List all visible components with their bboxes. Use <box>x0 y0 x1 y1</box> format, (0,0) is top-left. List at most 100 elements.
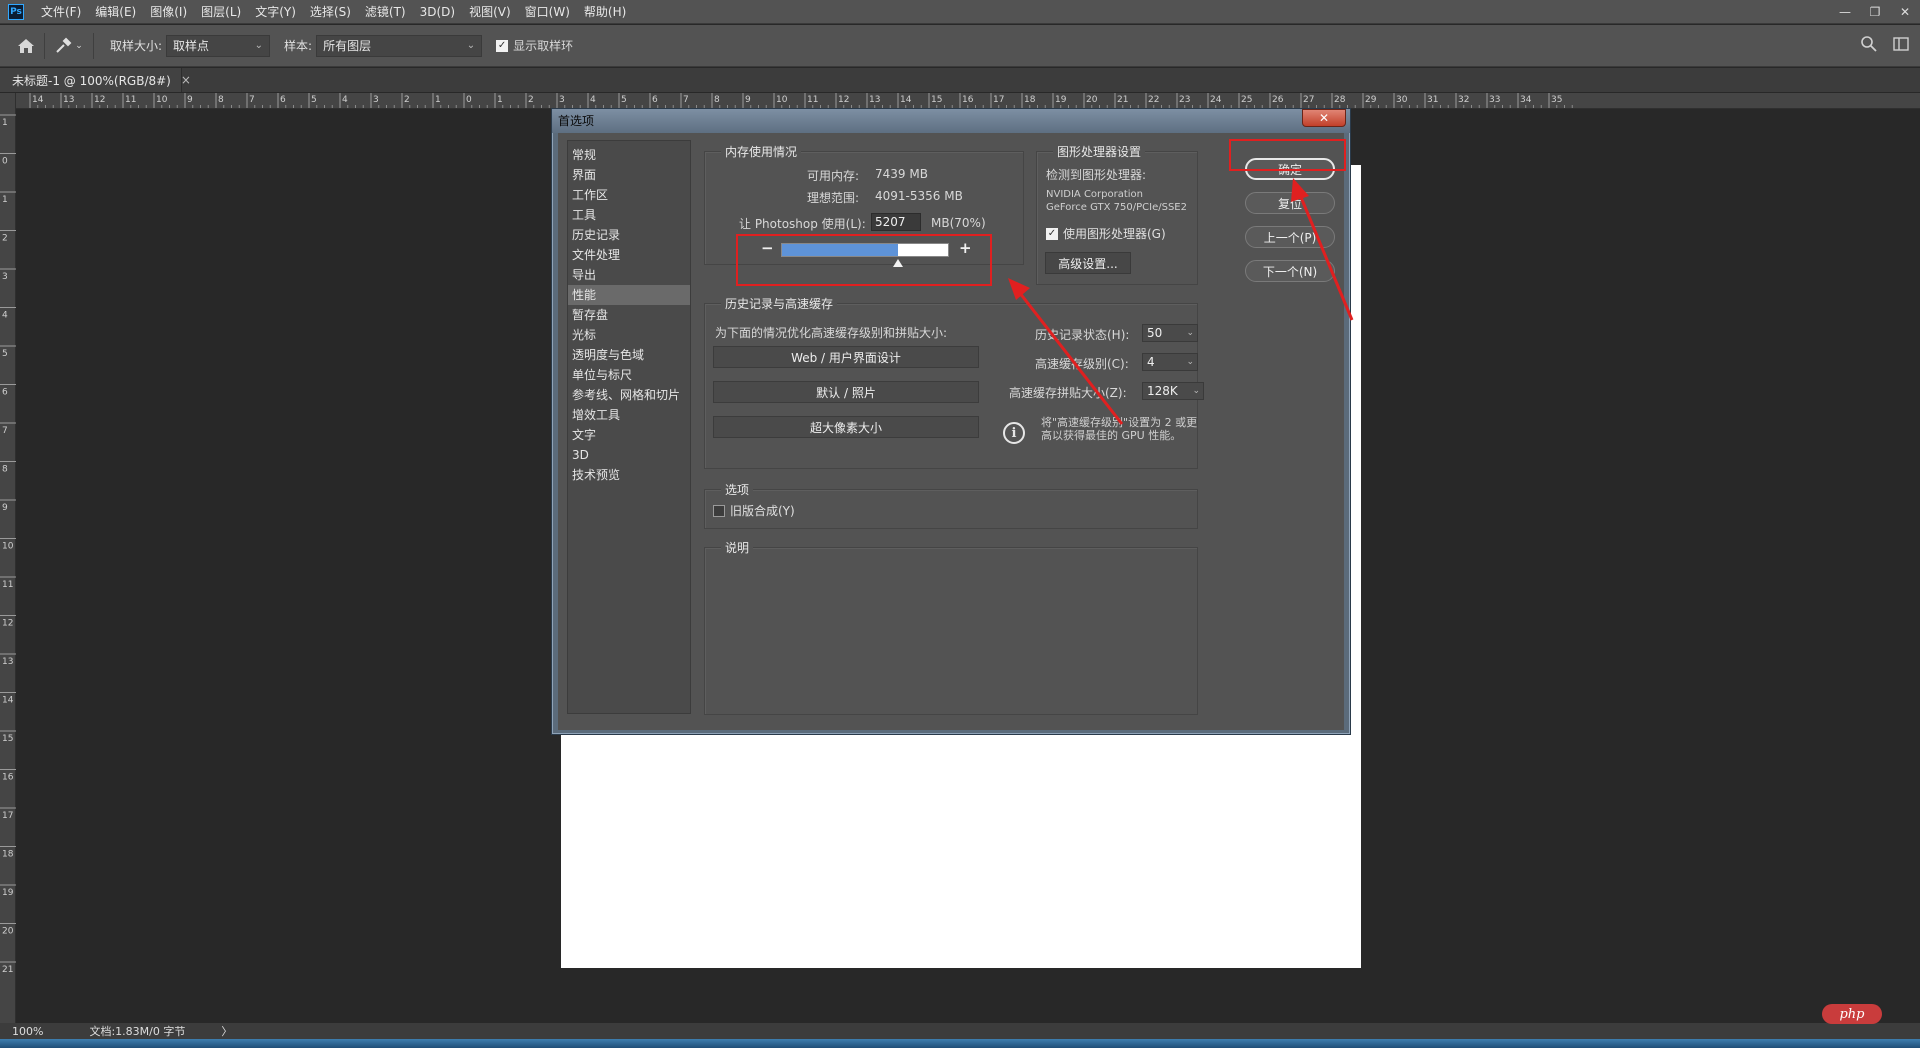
menu-select[interactable]: 选择(S) <box>303 0 358 24</box>
category-cursors[interactable]: 光标 <box>568 325 690 345</box>
use-gpu-checkbox[interactable]: ✓ 使用图形处理器(G) <box>1046 225 1166 242</box>
cache-levels-select[interactable]: 4 ⌄ <box>1142 353 1198 371</box>
ruler-label: 1 <box>435 95 441 105</box>
restore-icon[interactable]: ❐ <box>1860 0 1890 24</box>
minimize-icon[interactable]: — <box>1830 0 1860 24</box>
sample-size-select[interactable]: 取样点 ⌄ <box>166 34 271 57</box>
close-icon[interactable]: ✕ <box>1890 0 1920 24</box>
reset-button[interactable]: 复位 <box>1245 192 1335 214</box>
default-photos-button[interactable]: 默认 / 照片 <box>713 381 979 403</box>
ruler-label: 17 <box>2 811 13 821</box>
menu-filter[interactable]: 滤镜(T) <box>358 0 413 24</box>
cache-tile-size-select[interactable]: 128K ⌄ <box>1142 382 1204 400</box>
checkbox-checked-icon[interactable]: ✓ <box>1046 227 1058 240</box>
next-button[interactable]: 下一个(N) <box>1245 260 1335 282</box>
ruler-label: 19 <box>2 888 14 898</box>
ruler-label: 21 <box>1117 95 1128 105</box>
category-workspace[interactable]: 工作区 <box>568 185 690 205</box>
menu-3d[interactable]: 3D(D) <box>413 0 462 24</box>
separator <box>93 32 94 59</box>
category-units-rulers[interactable]: 单位与标尺 <box>568 365 690 385</box>
ruler-label: 26 <box>1272 95 1284 105</box>
memory-slider-highlight <box>736 234 992 286</box>
huge-pixel-size-button[interactable]: 超大像素大小 <box>713 416 979 438</box>
checkbox-checked-icon[interactable]: ✓ <box>496 39 509 52</box>
available-memory-value: 7439 MB <box>875 167 928 181</box>
chevron-down-icon: ⌄ <box>466 40 476 51</box>
menu-edit[interactable]: 编辑(E) <box>88 0 143 24</box>
close-tab-icon[interactable]: × <box>181 73 191 87</box>
workspace-panel-icon[interactable] <box>1892 35 1910 53</box>
ruler-label: 15 <box>931 95 942 105</box>
optimize-cache-label: 为下面的情况优化高速缓存级别和拼贴大小: <box>715 326 948 340</box>
category-file-handling[interactable]: 文件处理 <box>568 245 690 265</box>
ideal-range-value: 4091-5356 MB <box>875 189 963 203</box>
ruler-label: 17 <box>993 95 1004 105</box>
ruler-label: 20 <box>2 927 14 937</box>
category-general[interactable]: 常规 <box>568 145 690 165</box>
history-states-select[interactable]: 50 ⌄ <box>1142 324 1198 342</box>
menu-layer[interactable]: 图层(L) <box>194 0 248 24</box>
os-taskbar <box>0 1039 1920 1048</box>
options-bar: ⌄ 取样大小: 取样点 ⌄ 样本: 所有图层 ⌄ ✓ 显示取样环 <box>0 25 1920 67</box>
horizontal-ruler[interactable]: 14 13 12 11 10 9 8 7 6 5 4 3 2 1 0 1 2 3 4 5 6 7 8 9 10 11 12 13 14 1… <box>16 93 1920 109</box>
sample-value: 所有图层 <box>323 39 372 53</box>
zoom-level[interactable]: 100% <box>12 1025 43 1038</box>
separator <box>44 32 45 59</box>
ruler-label: 3 <box>373 95 379 105</box>
memory-amount-input[interactable]: 5207 <box>871 213 921 231</box>
menu-type[interactable]: 文字(Y) <box>248 0 303 24</box>
search-icon[interactable] <box>1860 35 1878 53</box>
status-arrow-icon[interactable]: 〉 <box>221 1023 232 1039</box>
ideal-range-label: 理想范围: <box>807 191 860 205</box>
category-performance[interactable]: 性能 <box>568 285 690 305</box>
category-3d[interactable]: 3D <box>568 445 690 465</box>
document-tab-bar: 未标题-1 @ 100%(RGB/8#) × <box>0 68 1920 92</box>
category-scratch-disks[interactable]: 暂存盘 <box>568 305 690 325</box>
document-tab[interactable]: 未标题-1 @ 100%(RGB/8#) × <box>0 68 191 92</box>
status-bar: 100% 文档:1.83M/0 字节 〉 <box>0 1023 1920 1039</box>
home-icon[interactable] <box>16 36 36 56</box>
category-transparency[interactable]: 透明度与色域 <box>568 345 690 365</box>
legacy-compositing-checkbox[interactable]: 旧版合成(Y) <box>713 502 795 519</box>
vertical-ruler[interactable]: 1 0 1 2 3 4 5 6 7 8 9 10 11 12 13 14 15 16 17 18 19 20 21 <box>0 93 16 1023</box>
ruler-label: 13 <box>2 657 13 667</box>
checkbox-unchecked-icon[interactable] <box>713 504 725 517</box>
show-ring-label: 显示取样环 <box>513 39 574 53</box>
menu-file[interactable]: 文件(F) <box>34 0 88 24</box>
category-interface[interactable]: 界面 <box>568 165 690 185</box>
web-ui-design-button[interactable]: Web / 用户界面设计 <box>713 346 979 368</box>
category-history[interactable]: 历史记录 <box>568 225 690 245</box>
sample-label: 样本: <box>284 39 313 53</box>
ruler-label: 7 <box>683 95 689 105</box>
menu-image[interactable]: 图像(I) <box>143 0 194 24</box>
menu-window[interactable]: 窗口(W) <box>518 0 577 24</box>
category-plugins[interactable]: 增效工具 <box>568 405 690 425</box>
advanced-settings-button[interactable]: 高级设置... <box>1045 252 1131 274</box>
ruler-label: 10 <box>776 95 788 105</box>
category-type[interactable]: 文字 <box>568 425 690 445</box>
previous-button[interactable]: 上一个(P) <box>1245 226 1335 248</box>
ruler-label: 6 <box>280 95 286 105</box>
category-tech-preview[interactable]: 技术预览 <box>568 465 690 485</box>
ruler-label: 29 <box>1365 95 1377 105</box>
ruler-label: 21 <box>2 965 13 975</box>
category-guides-grid[interactable]: 参考线、网格和切片 <box>568 385 690 405</box>
category-tools[interactable]: 工具 <box>568 205 690 225</box>
ok-button-highlight <box>1229 139 1346 171</box>
gpu-model: GeForce GTX 750/PCIe/SSE2 <box>1046 202 1187 213</box>
menu-help[interactable]: 帮助(H) <box>577 0 633 24</box>
chevron-down-icon: ⌄ <box>1186 328 1194 338</box>
dialog-close-icon[interactable]: ✕ <box>1302 109 1346 127</box>
eyedropper-tool-icon[interactable] <box>53 36 73 56</box>
chevron-down-icon[interactable]: ⌄ <box>73 36 85 56</box>
ruler-label: 33 <box>1489 95 1500 105</box>
ruler-label: 1 <box>2 195 8 205</box>
ruler-label: 6 <box>2 388 8 398</box>
description-group: 说明 <box>704 539 1198 715</box>
sample-select[interactable]: 所有图层 ⌄ <box>316 34 483 57</box>
ruler-label: 16 <box>962 95 974 105</box>
show-ring-checkbox[interactable]: ✓ 显示取样环 <box>496 37 573 54</box>
menu-view[interactable]: 视图(V) <box>462 0 518 24</box>
category-export[interactable]: 导出 <box>568 265 690 285</box>
